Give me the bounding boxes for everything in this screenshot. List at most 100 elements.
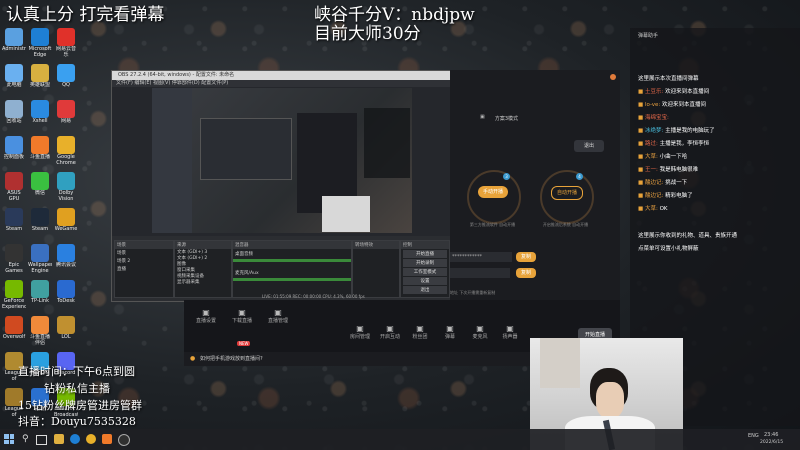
windows-start-icon[interactable] [4,434,14,444]
avatar[interactable] [610,74,616,80]
source-list[interactable]: 文本 (GDI+) 3 文本 (GDI+) 2 图像 窗口采集 视频采集设备 显示器采集 [175,249,231,285]
control-button[interactable]: 开始直播 [403,250,447,258]
desktop-icon[interactable]: ASUS GPU Tweak [2,172,26,208]
desktop-app-icon [31,136,49,154]
chat-username[interactable]: 冰绝梦 [645,128,662,134]
copy-button-1[interactable]: 复制 [516,252,536,262]
copy-button-2[interactable]: 复制 [516,268,536,278]
desktop-icon[interactable]: Xshell [28,100,52,136]
desktop-icon[interactable]: Steam [28,208,52,244]
desktop-app-icon [5,136,23,154]
obs-window[interactable]: OBS 27.2.4 (64-bit, windows) - 配置文件: 未命名… [111,70,451,302]
dock-transitions[interactable]: 转场特效 [352,240,400,298]
search-icon[interactable]: ⚲ [22,434,29,444]
control-button[interactable]: 设置 [403,277,447,285]
chat-username[interactable]: 海绵宝宝 [645,115,667,121]
control-buttons[interactable]: 开始直播 开始录制 工作室模式 设置 退出 [401,250,449,294]
desktop-icon[interactable]: Wallpaper Engine [28,244,52,280]
scene-item[interactable]: 直播 [115,265,173,273]
clock-date[interactable]: 2022/6/15 [760,440,783,445]
desktop-icon[interactable]: QQ [54,64,78,100]
control-button[interactable]: 退出 [403,286,447,294]
stream-app[interactable]: ▣ 方案3模式 退出 手动开播 3 第三方推流软件 自动开播 自动开播 4 开启… [450,70,620,300]
scene-list[interactable]: 场景 场景 2 直播 [115,249,173,273]
desktop-icon[interactable]: GeForce Experience [2,280,26,316]
toolbar-button[interactable]: ▣ 扬声器 [492,324,528,340]
chat-username[interactable]: 酸边记 [645,193,662,199]
obs-taskbar-icon[interactable] [118,434,130,446]
desktop-app-icon [5,64,23,82]
desktop-icon-label: Microsoft Edge [28,46,52,58]
desktop-icon[interactable]: Dolby Vision [54,172,78,208]
desktop-icon[interactable]: LOL [54,316,78,352]
desktop-icon[interactable]: 此电脑 [2,64,26,100]
server-field[interactable] [450,268,510,278]
chat-username[interactable]: 王一 [645,167,656,173]
desktop-icon[interactable]: TP-Link [28,280,52,316]
desktop-icon[interactable]: 控制面板 [2,136,26,172]
desktop-icon[interactable]: 英雄联盟 [28,64,52,100]
obs-menu[interactable]: 文件(F) 编辑(E) 视图(V) 停靠部件(D) 配置文件(P) [112,80,450,87]
desktop-icon[interactable]: Steam [2,208,26,244]
desktop-icon[interactable]: 回收站 [2,100,26,136]
manual-start-button[interactable]: 手动开播 [478,186,508,198]
desktop-icon[interactable]: Overwolf [2,316,26,352]
desktop-icon[interactable]: 斗鱼直播 [28,136,52,172]
mixer-track[interactable]: 麦克风/Aux [233,268,351,281]
input-language[interactable]: ENG [748,433,759,439]
file-explorer-icon[interactable] [54,434,64,444]
chat-text: 我是韩电脑很难 [659,167,699,173]
control-button[interactable]: 开始录制 [403,259,447,267]
mixer-track[interactable]: 桌面音频 [233,249,351,262]
source-item[interactable]: 显示器采集 [175,279,231,285]
desktop-icon[interactable]: Epic Games [2,244,26,280]
tip-bar[interactable]: ● 如何把手机游戏放到直播间? [184,352,530,366]
toolbar-button[interactable]: ▣ 直播管理 [260,308,296,324]
chat-message: ■ 酸边记: 精彩电脑了 [630,190,800,203]
preview-desktop-strip [152,88,192,233]
desktop-icon[interactable]: 斗鱼直播伴侣 [28,316,52,352]
desktop-icon-label: QQ [62,82,70,88]
desktop-icon[interactable]: Google Chrome [54,136,78,172]
control-button[interactable]: 工作室模式 [403,268,447,276]
desktop-icon[interactable]: Microsoft Edge [28,28,52,64]
dock-controls[interactable]: 控制 开始直播 开始录制 工作室模式 设置 退出 [400,240,450,298]
desktop-icon[interactable]: WeGame [54,208,78,244]
dock-sources[interactable]: 来源 文本 (GDI+) 3 文本 (GDI+) 2 图像 窗口采集 视频采集设备 显示器… [174,240,232,298]
chat-username[interactable]: 大草 [645,206,656,212]
desktop-app-icon [57,244,75,262]
chat-username[interactable]: 大草 [645,154,656,160]
desktop-icon-label: 回收站 [6,118,22,124]
douyu-icon[interactable] [102,434,112,444]
edge-icon[interactable] [70,434,80,444]
overlay-bottom-line-3: 15钻粉丝牌房管进房管群 [18,399,142,412]
scene-item[interactable]: 场景 [115,249,173,257]
clock-time[interactable]: 23:46 [764,432,778,438]
chat-username[interactable]: lo-ve [645,102,658,108]
toolbar-button[interactable]: ▣ 直播设置 [188,308,224,324]
chat-messages: ■ 土豆乐: 欢迎来到本直播间 ■ lo-ve: 欢迎来到本直播间 ■ 海绵宝宝: … [630,86,800,216]
desktop-icon[interactable]: 网易云音乐 [54,28,78,64]
desktop-app-icon [57,28,75,46]
chat-text: OK [659,206,668,212]
mixer-list[interactable]: 桌面音频麦克风/Aux [233,249,351,281]
chrome-icon[interactable] [86,434,96,444]
desktop-icon[interactable]: 微信 [28,172,52,208]
stream-key-field[interactable]: ************ [450,252,512,262]
chat-username[interactable]: 土豆乐 [645,89,662,95]
toolbar-button[interactable]: ▣ 下载直播 [224,308,260,324]
dock-scenes[interactable]: 场景 场景 场景 2 直播 [114,240,174,298]
dock-mixer[interactable]: 混音器 桌面音频 麦克风/Aux [232,240,352,298]
mode-exit-button[interactable]: 退出 [574,140,604,152]
desktop-icon[interactable]: 网易 [54,100,78,136]
task-view-icon[interactable] [36,435,47,445]
chat-username[interactable]: 酸边记 [645,180,662,186]
chat-username[interactable]: 路过 [645,141,656,147]
chat-message: ■ 土豆乐: 欢迎来到本直播间 [630,86,800,99]
desktop-icon[interactable]: 腾讯会议 [54,244,78,280]
scene-item[interactable]: 场景 2 [115,257,173,265]
fan-badge-icon: ■ [638,180,645,186]
desktop-icon[interactable]: Administr. [2,28,26,64]
auto-start-button[interactable]: 自动开播 [551,186,583,200]
desktop-icon[interactable]: ToDesk [54,280,78,316]
